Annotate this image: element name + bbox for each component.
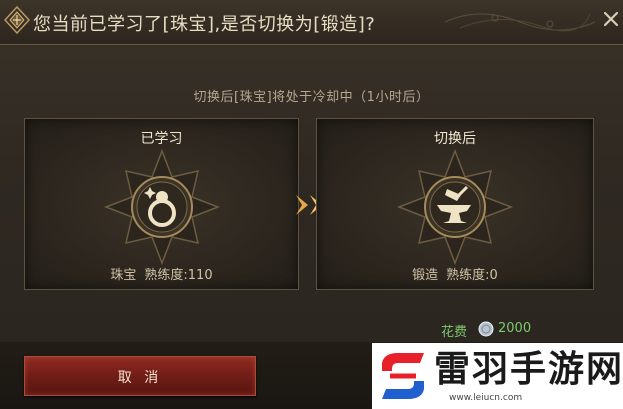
learned-footer: 珠宝 熟练度:110: [25, 264, 298, 283]
switch-to-footer: 锻造 熟练度:0: [317, 264, 593, 283]
dialog-title: 您当前已学习了[珠宝],是否切换为[锻造]?: [33, 14, 376, 35]
cost-value: 2000: [498, 321, 532, 336]
switch-to-header: 切换后: [434, 131, 476, 147]
close-icon[interactable]: [601, 9, 621, 29]
cooldown-notice: 切换后[珠宝]将处于冷却中（1小时后）: [193, 90, 430, 105]
learned-proficiency: 熟练度:110: [144, 268, 213, 283]
watermark-url: www.leiucn.com: [449, 393, 523, 403]
watermark-name: 雷羽手游网: [434, 348, 623, 390]
switch-profession-dialog: 您当前已学习了[珠宝],是否切换为[锻造]? 切换后[珠宝]将处于冷却中（1小时…: [0, 0, 623, 409]
cancel-button-label: 取 消: [117, 370, 163, 386]
silver-coin-icon: [478, 321, 494, 337]
learned-skill-name: 珠宝: [110, 268, 137, 283]
switch-to-panel: 切换后 锻造 熟练度:0: [316, 118, 594, 290]
watermark: 雷羽手游网 www.leiucn.com: [372, 343, 623, 409]
learned-panel: 已学习 珠宝 熟练度:110: [24, 118, 299, 290]
watermark-logo: [382, 353, 424, 399]
dialog-titlebar: 您当前已学习了[珠宝],是否切换为[锻造]?: [0, 0, 623, 45]
switch-to-skill-name: 锻造: [412, 268, 439, 283]
learned-header: 已学习: [140, 131, 183, 147]
cancel-button[interactable]: 取 消: [24, 356, 256, 396]
switch-to-proficiency: 熟练度:0: [446, 268, 498, 283]
ring-icon: [103, 148, 220, 266]
crest-icon: [4, 6, 30, 34]
cost-label: 花费: [441, 325, 468, 340]
anvil-icon: [396, 148, 514, 266]
title-ornament: [444, 13, 596, 32]
